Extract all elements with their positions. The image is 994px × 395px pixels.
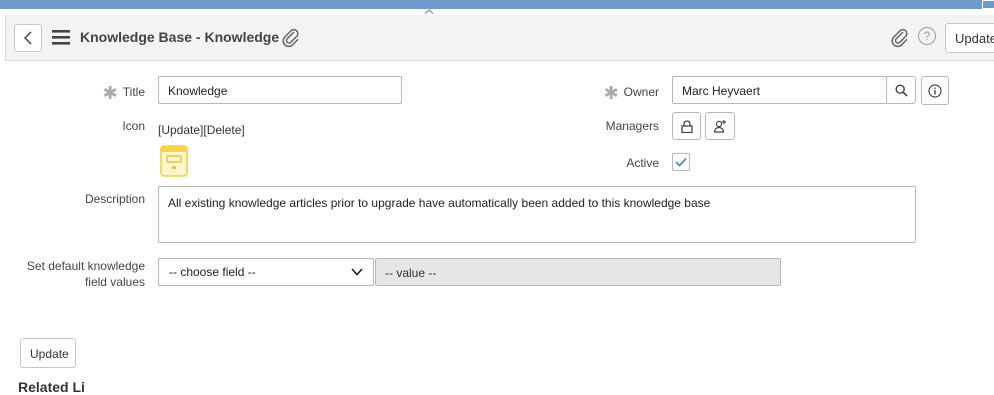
checkmark-icon xyxy=(675,157,687,167)
required-marker: ✱ xyxy=(102,83,118,103)
form-header: Knowledge Base - Knowledge ? Update xyxy=(5,15,994,61)
title-label-text: Title xyxy=(122,85,145,99)
active-label: Active xyxy=(626,156,659,170)
window-restore-icon[interactable] xyxy=(982,0,994,9)
icon-update-delete-links[interactable]: [Update][Delete] xyxy=(158,123,245,137)
help-icon[interactable]: ? xyxy=(918,27,936,45)
lock-icon xyxy=(680,119,693,133)
default-field-values-label-line2: field values xyxy=(84,275,145,289)
icon-label: Icon xyxy=(122,119,145,133)
add-user-icon xyxy=(713,120,726,133)
default-field-values-label-line1: Set default knowledge xyxy=(26,259,145,273)
related-links-heading: Related Li xyxy=(18,379,85,395)
owner-label: ✱ Owner xyxy=(590,80,659,103)
title-input[interactable]: Knowledge xyxy=(158,76,402,104)
managers-lock-button[interactable] xyxy=(672,112,701,140)
description-label: Description xyxy=(84,192,145,206)
attachment-icon[interactable] xyxy=(891,28,909,48)
header-update-button[interactable]: Update xyxy=(945,23,994,53)
managers-add-user-button[interactable] xyxy=(705,112,735,140)
chevron-left-icon xyxy=(23,31,32,45)
owner-label-text: Owner xyxy=(623,85,659,99)
paperclip-icon[interactable] xyxy=(282,28,300,48)
managers-label: Managers xyxy=(605,119,659,133)
owner-lookup-button[interactable] xyxy=(886,76,916,104)
page-title: Knowledge Base - Knowledge xyxy=(80,29,280,45)
chevron-down-icon xyxy=(351,268,363,276)
required-marker: ✱ xyxy=(603,83,619,103)
owner-info-button[interactable] xyxy=(921,76,949,105)
knowledge-base-icon xyxy=(160,145,188,177)
info-icon xyxy=(928,83,942,98)
description-textarea[interactable]: All existing knowledge articles prior to… xyxy=(158,186,916,243)
back-button[interactable] xyxy=(14,24,42,52)
collapse-caret-icon[interactable] xyxy=(424,9,434,14)
search-icon xyxy=(894,83,908,97)
top-frame-bar xyxy=(0,0,994,9)
active-checkbox[interactable] xyxy=(672,153,690,171)
default-field-values-label: Set default knowledge field values xyxy=(10,258,145,290)
choose-field-selected: -- choose field -- xyxy=(169,265,256,279)
menu-icon[interactable] xyxy=(52,30,70,45)
choose-field-select[interactable]: -- choose field -- xyxy=(158,258,374,286)
update-button[interactable]: Update xyxy=(20,338,76,368)
field-value-input: -- value -- xyxy=(375,258,781,286)
title-label: ✱ Title xyxy=(80,80,145,103)
owner-input[interactable]: Marc Heyvaert xyxy=(672,76,888,104)
